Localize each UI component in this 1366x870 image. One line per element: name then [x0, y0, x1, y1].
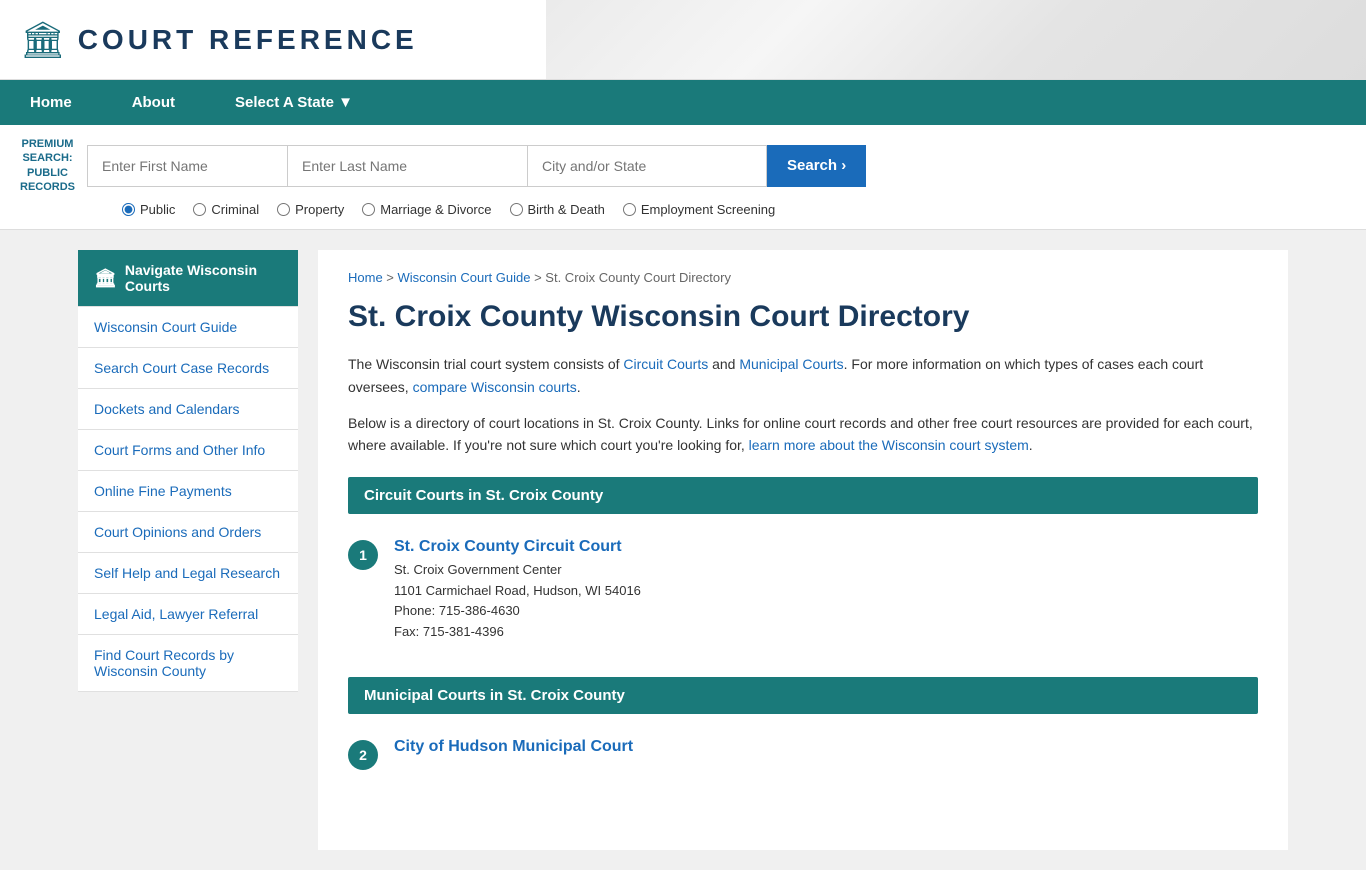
sidebar-item-dockets[interactable]: Dockets and Calendars [78, 389, 298, 430]
court-info-2: City of Hudson Municipal Court [394, 738, 633, 760]
main-content: Home > Wisconsin Court Guide > St. Croix… [318, 250, 1288, 850]
court-building-icon: 🏛 [20, 19, 66, 61]
circuit-courts-link[interactable]: Circuit Courts [623, 356, 708, 372]
circuit-courts-header: Circuit Courts in St. Croix County [348, 477, 1258, 514]
sidebar-item-selfhelp[interactable]: Self Help and Legal Research [78, 553, 298, 594]
sidebar-item-forms[interactable]: Court Forms and Other Info [78, 430, 298, 471]
court-phone-1: Phone: 715-386-4630 [394, 603, 520, 618]
last-name-input[interactable] [287, 145, 527, 187]
court-name-link-2[interactable]: City of Hudson Municipal Court [394, 738, 633, 755]
filter-birth[interactable]: Birth & Death [510, 202, 605, 217]
filter-marriage[interactable]: Marriage & Divorce [362, 202, 491, 217]
intro-paragraph-2: Below is a directory of court locations … [348, 412, 1258, 457]
city-state-input[interactable] [527, 145, 767, 187]
court-number-1: 1 [348, 540, 378, 570]
search-filters: Public Criminal Property Marriage & Divo… [122, 202, 1346, 217]
logo-area: 🏛 COURT REFERENCE [20, 19, 418, 61]
court-info-1: St. Croix County Circuit Court St. Croix… [394, 538, 641, 643]
court-card-2: 2 City of Hudson Municipal Court [348, 724, 1258, 784]
court-card-1: 1 St. Croix County Circuit Court St. Cro… [348, 524, 1258, 657]
search-button[interactable]: Search › [767, 145, 866, 187]
header-background [546, 0, 1366, 79]
sidebar-item-navigate[interactable]: 🏛 Navigate Wisconsin Courts [78, 250, 298, 307]
sidebar-item-opinions[interactable]: Court Opinions and Orders [78, 512, 298, 553]
page-title: St. Croix County Wisconsin Court Directo… [348, 299, 1258, 335]
filter-property[interactable]: Property [277, 202, 344, 217]
header: 🏛 COURT REFERENCE [0, 0, 1366, 80]
filter-employment[interactable]: Employment Screening [623, 202, 775, 217]
intro-paragraph-1: The Wisconsin trial court system consist… [348, 353, 1258, 398]
breadcrumb-current: St. Croix County Court Directory [545, 270, 731, 285]
municipal-courts-header: Municipal Courts in St. Croix County [348, 677, 1258, 714]
sidebar-item-fines[interactable]: Online Fine Payments [78, 471, 298, 512]
court-address-1a: St. Croix Government Center [394, 562, 562, 577]
filter-criminal[interactable]: Criminal [193, 202, 259, 217]
municipal-courts-link[interactable]: Municipal Courts [739, 356, 843, 372]
nav-home[interactable]: Home [0, 80, 102, 125]
search-label: PREMIUM SEARCH: PUBLIC RECORDS [20, 137, 75, 194]
nav-about[interactable]: About [102, 80, 205, 125]
first-name-input[interactable] [87, 145, 287, 187]
sidebar-item-find-records[interactable]: Find Court Records by Wisconsin County [78, 635, 298, 692]
main-navigation: Home About Select A State ▼ [0, 80, 1366, 125]
court-fax-1: Fax: 715-381-4396 [394, 624, 504, 639]
logo-text: COURT REFERENCE [78, 24, 418, 56]
search-bar: PREMIUM SEARCH: PUBLIC RECORDS Search › … [0, 125, 1366, 230]
breadcrumb: Home > Wisconsin Court Guide > St. Croix… [348, 270, 1258, 285]
breadcrumb-state[interactable]: Wisconsin Court Guide [398, 270, 531, 285]
court-icon: 🏛 [94, 268, 117, 289]
court-address-1b: 1101 Carmichael Road, Hudson, WI 54016 [394, 583, 641, 598]
compare-courts-link[interactable]: compare Wisconsin courts [413, 379, 577, 395]
sidebar: 🏛 Navigate Wisconsin Courts Wisconsin Co… [78, 250, 298, 850]
filter-public[interactable]: Public [122, 202, 175, 217]
court-number-2: 2 [348, 740, 378, 770]
court-name-link-1[interactable]: St. Croix County Circuit Court [394, 538, 622, 555]
learn-more-link[interactable]: learn more about the Wisconsin court sys… [749, 437, 1029, 453]
main-layout: 🏛 Navigate Wisconsin Courts Wisconsin Co… [68, 230, 1298, 870]
sidebar-item-court-guide[interactable]: Wisconsin Court Guide [78, 307, 298, 348]
sidebar-item-case-records[interactable]: Search Court Case Records [78, 348, 298, 389]
breadcrumb-home[interactable]: Home [348, 270, 383, 285]
nav-select-state[interactable]: Select A State ▼ [205, 80, 383, 125]
sidebar-item-legal-aid[interactable]: Legal Aid, Lawyer Referral [78, 594, 298, 635]
